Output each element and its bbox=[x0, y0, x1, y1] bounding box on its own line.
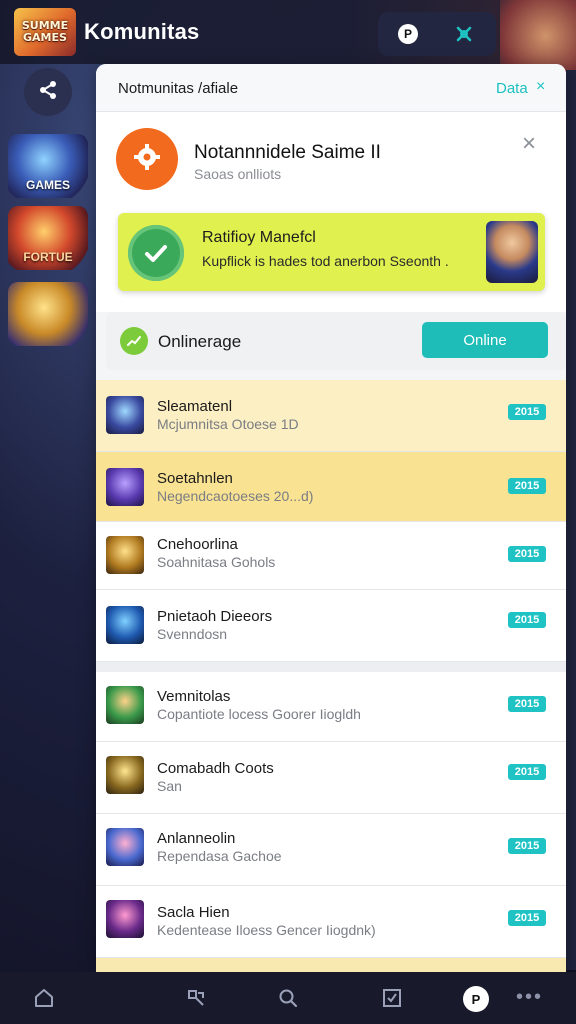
pin-icon[interactable] bbox=[452, 22, 476, 46]
promo-title: Ratifioy Manefcl bbox=[202, 229, 316, 246]
game-thumbnail bbox=[106, 686, 144, 724]
item-title: Pnietaoh Dieeors bbox=[157, 608, 273, 625]
game-thumbnail bbox=[106, 536, 144, 574]
list-item[interactable]: Cnehoorlina Soahnitasa Gohols 2015 bbox=[96, 522, 566, 590]
gear-icon bbox=[131, 141, 163, 178]
topbar-actions bbox=[378, 12, 496, 56]
game-thumbnail bbox=[106, 900, 144, 938]
avatar[interactable] bbox=[116, 128, 178, 190]
share-icon bbox=[37, 79, 59, 106]
online-label: Onlinerage bbox=[158, 332, 242, 351]
item-title: Vemnitolas bbox=[157, 688, 231, 705]
panel-header: Notmunitas /afiale Data × bbox=[96, 64, 566, 112]
game-thumbnail bbox=[106, 828, 144, 866]
community-panel: Notmunitas /afiale Data × Notannnidele S… bbox=[96, 64, 566, 972]
bottom-nav: P ••• bbox=[0, 972, 576, 1024]
share-button[interactable] bbox=[24, 68, 72, 116]
item-title: Anlanneolin bbox=[157, 830, 236, 847]
promo-subtitle: Kupflick is hades tod anerbon Sseonth . bbox=[202, 253, 449, 269]
item-title: Soetahnlen bbox=[157, 470, 233, 487]
list-footer-strip bbox=[96, 958, 566, 972]
item-title: Sleamatenl bbox=[157, 398, 233, 415]
community-icon[interactable] bbox=[184, 986, 208, 1010]
rail-game-2[interactable]: FORTUE bbox=[8, 206, 88, 270]
item-subtitle: Negendcaotoeses 20...d) bbox=[157, 488, 314, 504]
rail-game-label: GAMES bbox=[25, 178, 70, 192]
item-title: Cnehoorlina bbox=[157, 536, 238, 553]
game-thumbnail bbox=[106, 606, 144, 644]
game-thumbnail bbox=[106, 396, 144, 434]
year-badge: 2015 bbox=[508, 478, 546, 494]
list-item[interactable]: Vemnitolas Copantiote locess Goorer Iiog… bbox=[96, 672, 566, 742]
item-subtitle: Copantiote locess Goorer Iiogldh bbox=[157, 706, 361, 722]
item-subtitle: Soahnitasa Gohols bbox=[157, 554, 276, 570]
year-badge: 2015 bbox=[508, 696, 546, 712]
panel-title: Notmunitas /afiale bbox=[118, 80, 239, 97]
game-thumbnail bbox=[106, 756, 144, 794]
profile-name: Notannnidele Saime II bbox=[194, 142, 381, 163]
list-divider bbox=[96, 662, 566, 672]
online-button[interactable]: Online bbox=[422, 322, 548, 358]
year-badge: 2015 bbox=[508, 764, 546, 780]
panel-close-icon[interactable]: × bbox=[536, 78, 545, 96]
profile-card: Notannnidele Saime II Saoas onlliots × bbox=[96, 112, 566, 208]
year-badge: 2015 bbox=[508, 546, 546, 562]
game-thumbnail bbox=[106, 468, 144, 506]
app-logo[interactable]: SUMME GAMES bbox=[14, 8, 76, 56]
item-subtitle: San bbox=[157, 778, 182, 794]
check-icon bbox=[128, 225, 184, 281]
list-item[interactable]: Sacla Hien Kedentease Iloess Gencer Iiog… bbox=[96, 886, 566, 958]
search-icon[interactable] bbox=[276, 986, 300, 1010]
list-item[interactable]: Pnietaoh Dieeors Svenndosn 2015 bbox=[96, 590, 566, 662]
year-badge: 2015 bbox=[508, 612, 546, 628]
list-item[interactable]: Sleamatenl Mcjumnitsa Otoese 1D 2015 bbox=[96, 380, 566, 452]
item-subtitle: Svenndosn bbox=[157, 626, 228, 642]
profile-p-button[interactable]: P bbox=[398, 24, 418, 44]
item-subtitle: Kedentease Iloess Gencer Iiogdnk) bbox=[157, 922, 376, 938]
rail-game-label: FORTUE bbox=[23, 250, 73, 264]
item-subtitle: Mcjumnitsa Otoese 1D bbox=[157, 416, 299, 432]
trend-icon bbox=[120, 327, 148, 355]
item-subtitle: Rependasa Gachoe bbox=[157, 848, 282, 864]
promo-banner[interactable]: Ratifioy Manefcl Kupflick is hades tod a… bbox=[118, 213, 545, 291]
task-icon[interactable] bbox=[380, 986, 404, 1010]
list-item[interactable]: Comabadh Coots San 2015 bbox=[96, 742, 566, 814]
rail-game-1[interactable]: GAMES bbox=[8, 134, 88, 198]
more-icon[interactable]: ••• bbox=[516, 986, 543, 1009]
close-icon[interactable]: × bbox=[522, 132, 536, 156]
item-title: Comabadh Coots bbox=[157, 760, 274, 777]
item-title: Sacla Hien bbox=[157, 904, 230, 921]
list-item[interactable]: Soetahnlen Negendcaotoeses 20...d) 2015 bbox=[96, 452, 566, 522]
year-badge: 2015 bbox=[508, 838, 546, 854]
hero-portrait bbox=[486, 221, 538, 283]
year-badge: 2015 bbox=[508, 404, 546, 420]
rail-game-3[interactable] bbox=[8, 282, 88, 346]
year-badge: 2015 bbox=[508, 910, 546, 926]
online-status-card: Onlinerage Online bbox=[106, 312, 566, 370]
panel-data-link[interactable]: Data bbox=[496, 80, 528, 97]
profile-avatar-button[interactable]: P bbox=[463, 986, 489, 1012]
profile-subtitle: Saoas onlliots bbox=[194, 166, 282, 182]
home-icon[interactable] bbox=[32, 986, 56, 1010]
right-edge-bar bbox=[566, 70, 576, 970]
list-item[interactable]: Anlanneolin Rependasa Gachoe 2015 bbox=[96, 814, 566, 886]
app-title: Komunitas bbox=[84, 19, 200, 44]
